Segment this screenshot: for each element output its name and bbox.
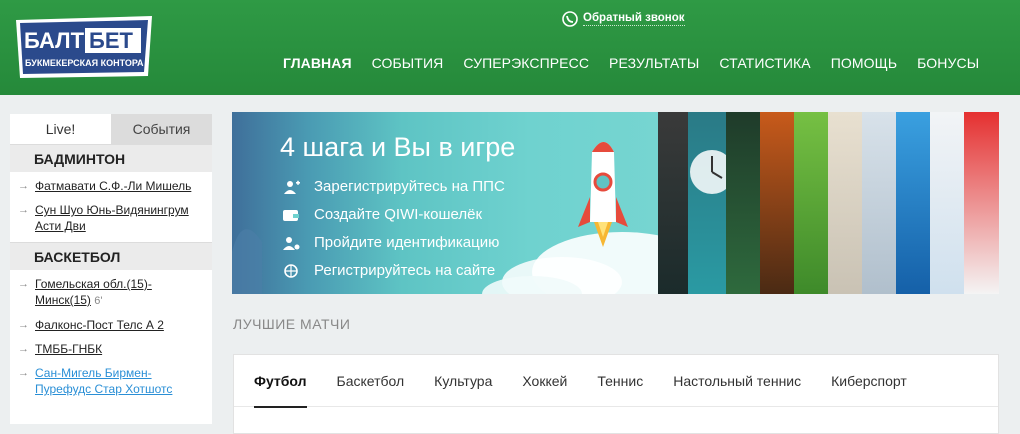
nav-glavnaya[interactable]: ГЛАВНАЯ [283, 55, 352, 71]
banner-step-1: Зарегистрируйтесь на ППС [314, 178, 505, 195]
list-item[interactable]: → Фалконс-Пост Телс А 2 [10, 313, 212, 337]
match-title[interactable]: Сан-Мигель Бирмен-Пурефудс Стар Хотшотс [35, 366, 172, 396]
logo-tagline: БУКМЕКЕРСКАЯ КОНТОРА [25, 58, 144, 68]
list-item[interactable]: → ТМББ-ГНБК [10, 337, 212, 361]
tab-culture[interactable]: Культура [434, 355, 492, 407]
banner-thumb-1[interactable] [658, 112, 688, 294]
banner-thumb-7[interactable] [862, 112, 896, 294]
sport-header-badminton[interactable]: БАДМИНТОН [10, 144, 212, 172]
nav-bonuses[interactable]: БОНУСЫ [917, 55, 979, 71]
arrow-right-icon: → [18, 319, 29, 331]
arrow-right-icon: → [18, 343, 29, 355]
list-item[interactable]: → Фатмавати С.Ф.-Ли Мишель [10, 172, 212, 198]
id-user-icon [283, 237, 300, 250]
match-title[interactable]: Фатмавати С.Ф.-Ли Мишель [35, 179, 191, 193]
banner-thumb-3[interactable] [726, 112, 760, 294]
banner-title: 4 шага и Вы в игре [280, 132, 516, 162]
tab-esports[interactable]: Киберспорт [831, 355, 907, 407]
phone-icon [562, 11, 578, 27]
banner-thumb-2[interactable] [688, 112, 734, 294]
tab-tennis[interactable]: Теннис [597, 355, 643, 407]
tab-basketball[interactable]: Баскетбол [337, 355, 405, 407]
banner-thumb-10[interactable] [964, 112, 999, 294]
tab-table-tennis[interactable]: Настольный теннис [673, 355, 801, 407]
arrow-right-icon: → [18, 180, 29, 192]
arrow-right-icon: → [18, 278, 29, 290]
best-matches-heading: ЛУЧШИЕ МАТЧИ [233, 316, 351, 332]
nav-results[interactable]: РЕЗУЛЬТАТЫ [609, 55, 699, 71]
banner-main-slide[interactable]: 4 шага и Вы в игре Зарегистрируйтесь на … [232, 112, 658, 294]
sport-tabs: Футбол Баскетбол Культура Хоккей Теннис … [234, 355, 998, 408]
globe-icon [284, 264, 298, 278]
tab-live[interactable]: Live! [10, 114, 111, 144]
banner-step-4: Регистрируйтесь на сайте [314, 262, 496, 279]
match-time: 6' [94, 295, 103, 307]
sport-header-basketball[interactable]: БАСКЕТБОЛ [10, 242, 212, 270]
banner-step-2: Создайте QIWI-кошелёк [314, 206, 483, 223]
clock-icon [690, 150, 734, 194]
banner-thumb-6[interactable] [828, 112, 862, 294]
banner-thumb-9[interactable] [930, 112, 964, 294]
nav-statistics[interactable]: СТАТИСТИКА [719, 55, 810, 71]
callback-label[interactable]: Обратный звонок [583, 12, 685, 26]
wallet-icon [283, 210, 299, 221]
banner-step-3: Пройдите идентификацию [314, 234, 500, 251]
list-item[interactable]: → Сун Шуо Юнь-Видянингрум Асти Дви [10, 198, 212, 238]
tab-events[interactable]: События [111, 114, 212, 144]
arrow-right-icon: → [18, 367, 29, 379]
add-user-icon [284, 180, 300, 194]
sidebar-tabs: Live! События [10, 114, 212, 144]
tab-football[interactable]: Футбол [254, 355, 307, 408]
banner-thumb-4[interactable] [760, 112, 794, 294]
best-matches-panel: Футбол Баскетбол Культура Хоккей Теннис … [233, 354, 999, 434]
arrow-right-icon: → [18, 204, 29, 216]
match-title[interactable]: ТМББ-ГНБК [35, 342, 102, 356]
list-item[interactable]: → Гомельская обл.(15)-Минск(15) 6' [10, 270, 212, 313]
baltbet-logo[interactable]: БАЛТ БЕТ БУКМЕКЕРСКАЯ КОНТОРА [12, 14, 156, 80]
banner-thumb-8[interactable] [896, 112, 930, 294]
logo-text-balt: БАЛТ [24, 28, 85, 53]
nav-help[interactable]: ПОМОЩЬ [831, 55, 897, 71]
match-title[interactable]: Сун Шуо Юнь-Видянингрум Асти Дви [35, 203, 189, 233]
nav-superexpress[interactable]: СУПЕРЭКСПРЕСС [463, 55, 589, 71]
tab-hockey[interactable]: Хоккей [522, 355, 567, 407]
main-nav: ГЛАВНАЯ СОБЫТИЯ СУПЕРЭКСПРЕСС РЕЗУЛЬТАТЫ… [283, 55, 999, 71]
header: БАЛТ БЕТ БУКМЕКЕРСКАЯ КОНТОРА Обратный з… [0, 0, 1020, 95]
callback-link[interactable]: Обратный звонок [562, 10, 685, 28]
match-title[interactable]: Фалконс-Пост Телс А 2 [35, 318, 164, 332]
promo-banner[interactable]: 4 шага и Вы в игре Зарегистрируйтесь на … [232, 112, 999, 294]
logo-text-bet: БЕТ [89, 28, 133, 53]
banner-thumb-5[interactable] [794, 112, 828, 294]
live-sidebar: Live! События БАДМИНТОН → Фатмавати С.Ф.… [10, 114, 212, 424]
nav-sobytiya[interactable]: СОБЫТИЯ [372, 55, 444, 71]
list-item[interactable]: → Сан-Мигель Бирмен-Пурефудс Стар Хотшот… [10, 361, 212, 401]
